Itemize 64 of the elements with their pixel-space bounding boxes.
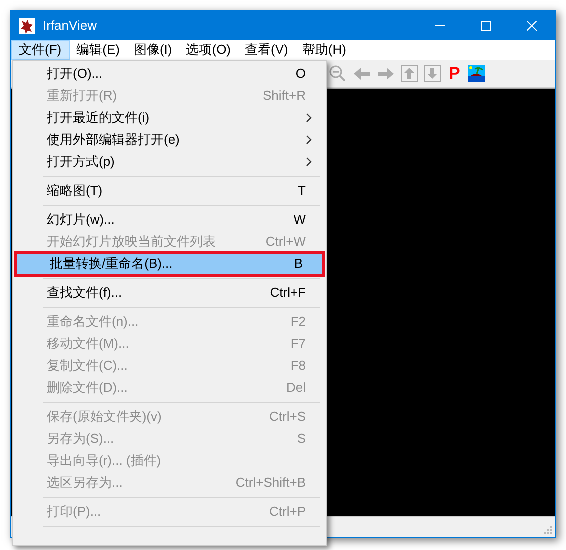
resize-grip-icon[interactable]	[544, 526, 553, 535]
minimize-icon	[435, 25, 445, 26]
shortcut-label: O	[296, 65, 306, 84]
menu-item-label: 保存(原始文件夹)(v)	[47, 408, 163, 426]
menu-item-label: 幻灯片(w)...	[47, 211, 116, 230]
menu-item-label: 打印(P)...	[47, 503, 102, 522]
zoom-out-icon[interactable]	[329, 64, 347, 82]
shortcut-label: B	[294, 255, 303, 274]
shortcut-label: Ctrl+W	[266, 233, 306, 252]
menu-item-label: 另存为(S)...	[47, 430, 116, 448]
shortcut-label: S	[297, 430, 306, 448]
maximize-icon	[481, 20, 491, 30]
letter-button[interactable]: P	[447, 65, 462, 82]
island-icon[interactable]	[468, 65, 486, 82]
arrow-left-icon[interactable]	[353, 66, 371, 80]
menu-item-label: 移动文件(M)...	[47, 335, 130, 354]
menu-item-label: 批量转换/重命名(B)...	[50, 255, 174, 274]
menu-bar-item[interactable]: 图像(I)	[126, 40, 180, 60]
shortcut-label: F7	[290, 335, 306, 354]
menu-bar-item[interactable]: 编辑(E)	[70, 40, 127, 60]
menu-item-label: 导出向导(r)... (插件)	[47, 452, 162, 470]
shortcut-label: Ctrl+Shift+B	[236, 474, 306, 492]
menu-item[interactable]: 批量转换/重命名(B)... B	[16, 253, 323, 275]
menu-item-label: 选区另存为...	[47, 474, 124, 492]
shortcut-label: Ctrl+P	[270, 503, 306, 522]
close-icon	[527, 20, 537, 30]
shortcut-label: T	[298, 182, 306, 200]
arrow-up-icon[interactable]	[401, 65, 418, 82]
menu-bar-item[interactable]: 文件(F)	[11, 40, 70, 60]
menu-item[interactable]: 幻灯片(w)... W	[13, 209, 326, 231]
menu-bar-item[interactable]: 选项(O)	[179, 40, 238, 60]
chevron-right-icon	[306, 113, 312, 123]
app-logo-icon	[19, 18, 35, 34]
menu-bar-item[interactable]: 帮助(H)	[295, 40, 354, 60]
menu-item[interactable]: 使用外部编辑器打开(e)	[13, 129, 326, 151]
shortcut-label: Ctrl+F	[270, 284, 306, 302]
menu-item-label: 打开最近的文件(i)	[47, 109, 151, 128]
menu-item-label: 开始幻灯片放映当前文件列表	[47, 233, 217, 252]
menu-item-label: 重命名文件(n)...	[47, 313, 140, 332]
menu-item-label: 查找文件(f)...	[47, 284, 124, 302]
window-title: IrfanView	[43, 16, 98, 35]
menu-item-label: 删除文件(D)...	[47, 379, 129, 398]
shortcut-label: Del	[286, 379, 306, 398]
menu-item[interactable]: 打开(O)... O	[13, 63, 326, 85]
shortcut-label: F2	[290, 313, 306, 332]
menu-item-label: 复制文件(C)...	[47, 357, 129, 376]
menu-item-label: 缩略图(T)	[47, 182, 104, 200]
menu-item-label: 打开方式(p)	[47, 153, 116, 172]
chevron-right-icon	[306, 135, 312, 145]
menu-item[interactable]: 打开最近的文件(i)	[13, 107, 326, 129]
arrow-down-icon[interactable]	[424, 65, 441, 82]
menu-item-label: 重新打开(R)	[47, 87, 118, 106]
menu-item-label: 打开(O)...	[47, 65, 104, 84]
chevron-right-icon	[306, 157, 312, 167]
shortcut-label: W	[294, 211, 306, 230]
shortcut-label: Ctrl+S	[270, 408, 306, 426]
menu-bar-item[interactable]: 查看(V)	[238, 40, 296, 60]
shortcut-label: F8	[290, 357, 306, 376]
arrow-right-icon[interactable]	[377, 66, 395, 80]
menu-item[interactable]: 打开方式(p)	[13, 151, 326, 173]
menu-item-label: 使用外部编辑器打开(e)	[47, 131, 181, 150]
menu-item[interactable]: 查找文件(f)... Ctrl+F	[13, 282, 326, 304]
shortcut-label: Shift+R	[263, 87, 306, 106]
menu-item[interactable]: 缩略图(T) T	[13, 180, 326, 202]
